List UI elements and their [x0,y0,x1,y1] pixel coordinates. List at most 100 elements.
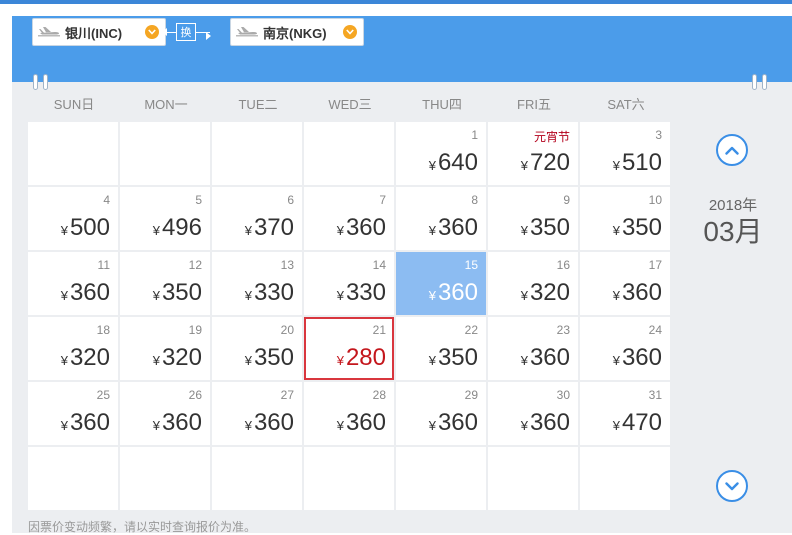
day-number: 31 [648,388,662,402]
price-value: 496 [161,214,202,241]
price-value: 350 [437,344,478,371]
day-number: 18 [96,323,110,337]
calendar-day-9[interactable]: 9 ¥350 [488,187,578,250]
day-price: ¥360 [61,279,110,307]
currency-symbol: ¥ [612,288,620,303]
day-price: ¥360 [337,214,386,242]
departure-city-select[interactable]: 银川(INC) [32,18,166,46]
price-value: 360 [437,409,478,436]
day-price: ¥360 [429,409,478,437]
day-price: ¥360 [429,279,478,307]
calendar-day-28[interactable]: 28 ¥360 [304,382,394,445]
currency-symbol: ¥ [428,288,436,303]
calendar-day-3[interactable]: 3 ¥510 [580,122,670,185]
binder-ring [752,74,757,90]
calendar-day-15[interactable]: 15 ¥360 [396,252,486,315]
calendar-day-4[interactable]: 4 ¥500 [28,187,118,250]
calendar-day-21[interactable]: 21 ¥280 [304,317,394,380]
calendar-day-25[interactable]: 25 ¥360 [28,382,118,445]
calendar-day-16[interactable]: 16 ¥320 [488,252,578,315]
calendar-day-8[interactable]: 8 ¥360 [396,187,486,250]
calendar-day-6[interactable]: 6 ¥370 [212,187,302,250]
calendar-day-2[interactable]: 元宵节 ¥720 [488,122,578,185]
holiday-label: 元宵节 [533,130,570,144]
calendar-day-23[interactable]: 23 ¥360 [488,317,578,380]
weekday-mon: MON一 [144,97,188,112]
day-number: 12 [188,258,202,272]
plane-icon [235,25,261,39]
day-number: 23 [556,323,570,337]
calendar-day-19[interactable]: 19 ¥320 [120,317,210,380]
calendar-day-29[interactable]: 29 ¥360 [396,382,486,445]
day-number: 8 [471,193,478,207]
day-price: ¥360 [153,409,202,437]
calendar-day-27[interactable]: 27 ¥360 [212,382,302,445]
arrival-city-select[interactable]: 南京(NKG) [230,18,364,46]
day-number: 19 [188,323,202,337]
price-value: 320 [161,344,202,371]
price-value: 360 [69,279,110,306]
calendar-empty-cell [212,447,302,510]
chevron-down-circle-icon[interactable] [716,470,748,502]
calendar-day-14[interactable]: 14 ¥330 [304,252,394,315]
calendar-day-13[interactable]: 13 ¥330 [212,252,302,315]
calendar-day-30[interactable]: 30 ¥360 [488,382,578,445]
currency-symbol: ¥ [244,418,252,433]
calendar-day-24[interactable]: 24 ¥360 [580,317,670,380]
weekday-tue: TUE二 [238,97,278,112]
day-number: 28 [372,388,386,402]
calendar-day-7[interactable]: 7 ¥360 [304,187,394,250]
day-price: ¥360 [245,409,294,437]
day-price: ¥496 [153,214,202,242]
calendar-empty-cell [488,447,578,510]
swap-cities-button[interactable]: 换 [160,22,216,42]
weekday-header: SUN日 MON一 TUE二 WED三 THU四 FRI五 SAT六 [28,94,672,116]
day-number: 7 [379,193,386,207]
currency-symbol: ¥ [60,353,68,368]
day-number: 6 [287,193,294,207]
calendar-day-31[interactable]: 31 ¥470 [580,382,670,445]
price-disclaimer: 因票价变动频繁，请以实时查询报价为准。 [28,520,257,534]
day-number: 13 [280,258,294,272]
price-value: 360 [437,214,478,241]
price-value: 360 [437,279,478,306]
calendar-day-17[interactable]: 17 ¥360 [580,252,670,315]
calendar-day-26[interactable]: 26 ¥360 [120,382,210,445]
calendar-day-11[interactable]: 11 ¥360 [28,252,118,315]
currency-symbol: ¥ [612,223,620,238]
day-price: ¥720 [521,149,570,177]
day-number: 4 [103,193,110,207]
day-price: ¥360 [337,409,386,437]
day-price: ¥510 [613,149,662,177]
swap-label: 换 [176,23,196,41]
day-price: ¥350 [613,214,662,242]
currency-symbol: ¥ [428,223,436,238]
day-number: 10 [648,193,662,207]
price-value: 350 [621,214,662,241]
currency-symbol: ¥ [520,353,528,368]
calendar-day-18[interactable]: 18 ¥320 [28,317,118,380]
day-price: ¥350 [429,344,478,372]
currency-symbol: ¥ [520,158,528,173]
currency-symbol: ¥ [612,418,620,433]
calendar-day-1[interactable]: 1 ¥640 [396,122,486,185]
day-price: ¥360 [521,409,570,437]
price-value: 320 [69,344,110,371]
price-value: 360 [345,214,386,241]
currency-symbol: ¥ [336,223,344,238]
chevron-up-circle-icon[interactable] [716,134,748,166]
day-number: 11 [97,258,110,272]
calendar-day-12[interactable]: 12 ¥350 [120,252,210,315]
day-price: ¥320 [521,279,570,307]
price-value: 360 [69,409,110,436]
day-price: ¥320 [153,344,202,372]
calendar-day-20[interactable]: 20 ¥350 [212,317,302,380]
calendar-day-22[interactable]: 22 ¥350 [396,317,486,380]
day-number: 24 [648,323,662,337]
calendar-day-5[interactable]: 5 ¥496 [120,187,210,250]
currency-symbol: ¥ [428,418,436,433]
price-value: 330 [345,279,386,306]
day-number: 27 [280,388,294,402]
calendar-day-10[interactable]: 10 ¥350 [580,187,670,250]
day-price: ¥350 [521,214,570,242]
